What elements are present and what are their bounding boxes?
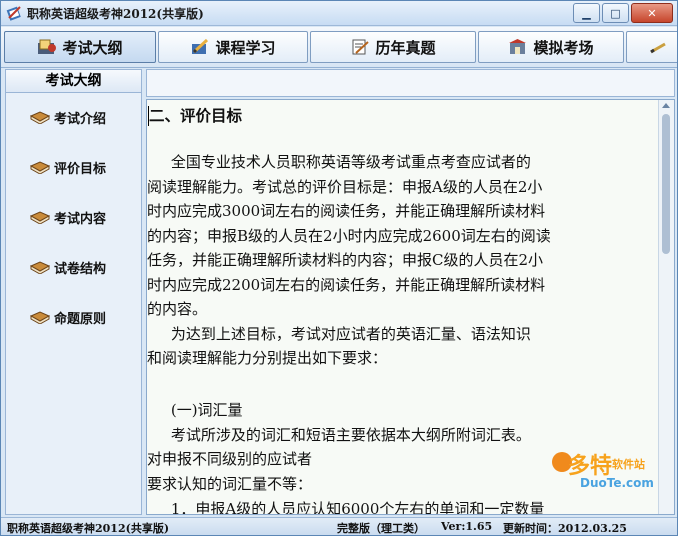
content-line: (一)词汇量 bbox=[147, 401, 243, 419]
app-window: 职称英语超级考神2012(共享版) ▁ □ ✕ 考试大纲 课程学习 历年真题 模… bbox=[0, 0, 678, 536]
minimize-icon: ▁ bbox=[582, 6, 591, 20]
tab-course-label: 课程学习 bbox=[215, 38, 276, 57]
status-version: Ver:1.65 bbox=[441, 520, 493, 533]
sidebar: 考试大纲 考试介绍 评价目标 考试内容 试卷结构 命题原则 bbox=[5, 69, 142, 515]
content-line: 要求认知的词汇量不等： bbox=[147, 475, 313, 493]
sidebar-header: 考试大纲 bbox=[6, 70, 141, 93]
content-line: 阅读理解能力。考试总的评价目标是：申报A级的人员在2小 bbox=[147, 177, 543, 196]
app-logo-icon bbox=[6, 6, 21, 21]
maximize-icon: □ bbox=[610, 6, 621, 20]
tab-mock-exam-label: 模拟考场 bbox=[533, 38, 594, 57]
pencil-icon bbox=[650, 42, 666, 54]
book-icon bbox=[30, 111, 50, 124]
watermark-sub: 软件站 bbox=[612, 458, 645, 471]
window-title: 职称英语超级考神2012(共享版) bbox=[27, 7, 204, 21]
syllabus-icon bbox=[38, 39, 57, 54]
exam-paper-icon bbox=[352, 39, 370, 55]
sidebar-item-paper-structure[interactable]: 试卷结构 bbox=[30, 256, 106, 278]
tab-past-exams-label: 历年真题 bbox=[375, 38, 436, 57]
close-icon: ✕ bbox=[647, 6, 657, 20]
content-line: 对申报不同级别的应试者 bbox=[147, 450, 313, 468]
content-line: 和阅读理解能力分别提出如下要求： bbox=[147, 349, 388, 367]
book-icon bbox=[30, 161, 50, 174]
tab-syllabus-label: 考试大纲 bbox=[62, 38, 123, 57]
sidebar-item-principles[interactable]: 命题原则 bbox=[30, 306, 106, 328]
status-updated: 更新时间：2012.03.25 bbox=[503, 522, 627, 535]
scroll-thumb[interactable] bbox=[662, 114, 670, 254]
tab-syllabus[interactable]: 考试大纲 bbox=[4, 31, 156, 63]
content-line: 时内应完成2200词左右的阅读任务，并能正确理解所读材料 bbox=[147, 275, 546, 294]
tab-more[interactable] bbox=[626, 31, 677, 63]
sidebar-item-content[interactable]: 考试内容 bbox=[30, 206, 106, 228]
content-line: 全国专业技术人员职称英语等级考试重点考查应试者的 bbox=[147, 153, 531, 171]
content-line: 为达到上述目标，考试对应试者的英语汇量、语法知识 bbox=[147, 324, 531, 343]
status-app-name: 职称英语超级考神2012(共享版) bbox=[7, 522, 170, 535]
close-button[interactable]: ✕ bbox=[631, 3, 673, 23]
sidebar-item-introduction[interactable]: 考试介绍 bbox=[30, 106, 106, 128]
status-bar: 职称英语超级考神2012(共享版) 完整版（理工类） Ver:1.65 更新时间… bbox=[1, 517, 677, 535]
scroll-up-arrow-icon[interactable] bbox=[662, 103, 670, 108]
tab-past-exams[interactable]: 历年真题 bbox=[310, 31, 476, 63]
exam-room-icon bbox=[509, 39, 527, 54]
content-line: 1．申报A级的人员应认知6000个左右的单词和一定数量 bbox=[147, 500, 545, 514]
sidebar-item-label: 评价目标 bbox=[54, 161, 107, 177]
sidebar-item-label: 命题原则 bbox=[54, 311, 107, 327]
sidebar-item-label: 试卷结构 bbox=[54, 261, 107, 277]
book-icon bbox=[30, 261, 50, 274]
content-heading: 二、评价目标 bbox=[149, 106, 243, 125]
book-icon bbox=[30, 311, 50, 324]
content-line: 考试所涉及的词汇和短语主要依据本大纲所附词汇表。 bbox=[147, 426, 531, 444]
pencil-book-icon bbox=[192, 38, 209, 54]
content-line: 的内容；申报B级的人员在2小时内应完成2600词左右的阅读 bbox=[147, 226, 551, 245]
main-toolbar: 考试大纲 课程学习 历年真题 模拟考场 bbox=[1, 27, 677, 68]
book-icon bbox=[30, 211, 50, 224]
sidebar-item-evaluation-goals[interactable]: 评价目标 bbox=[30, 156, 106, 178]
content-line: 时内应完成3000词左右的阅读任务，并能正确理解所读材料 bbox=[147, 202, 546, 220]
maximize-button[interactable]: □ bbox=[602, 3, 629, 23]
tab-mock-exam[interactable]: 模拟考场 bbox=[478, 31, 624, 63]
content-panel: 二、评价目标 全国专业技术人员职称英语等级考试重点考查应试者的 阅读理解能力。考… bbox=[146, 99, 675, 515]
content-line: 任务，并能正确理解所读材料的内容；申报C级的人员在2小 bbox=[147, 251, 544, 269]
status-edition: 完整版（理工类） bbox=[337, 522, 425, 535]
watermark-url: DuoTe.com bbox=[580, 476, 654, 490]
content-header bbox=[146, 69, 675, 97]
tab-course[interactable]: 课程学习 bbox=[158, 31, 308, 63]
content-line: 的内容。 bbox=[147, 300, 208, 318]
sidebar-item-label: 考试内容 bbox=[54, 211, 107, 227]
watermark-logo: 多特 软件站 DuoTe.com bbox=[550, 448, 670, 500]
minimize-button[interactable]: ▁ bbox=[573, 3, 600, 23]
title-bar: 职称英语超级考神2012(共享版) ▁ □ ✕ bbox=[1, 1, 677, 26]
window-controls: ▁ □ ✕ bbox=[573, 3, 673, 23]
sidebar-item-label: 考试介绍 bbox=[54, 111, 107, 127]
